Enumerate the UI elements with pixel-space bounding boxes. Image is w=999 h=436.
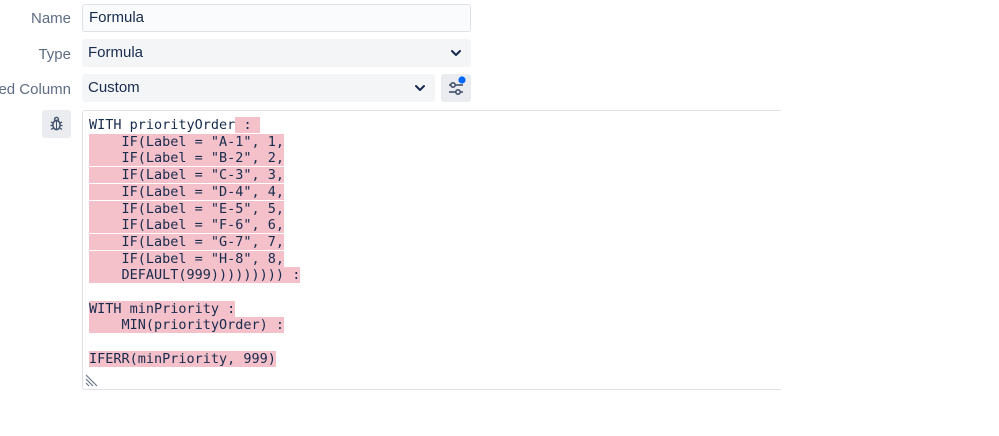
type-select-value: Formula [88, 44, 144, 61]
code-line: DEFAULT(999))))))))) : [89, 267, 301, 284]
code-line: IF(Label = "G-7", 7, [89, 233, 285, 250]
chevron-down-icon [415, 85, 425, 91]
column-label: ed Column [0, 81, 71, 98]
type-select[interactable]: Formula [82, 39, 471, 67]
type-label: Type [38, 46, 71, 63]
code-line: IF(Label = "D-4", 4, [89, 183, 285, 200]
column-select[interactable]: Custom [82, 74, 435, 102]
bug-icon [50, 116, 63, 131]
formula-code: WITH priorityOrder : IF(Label = "A-1", 1… [89, 117, 301, 368]
code-line: IF(Label = "C-3", 3, [89, 167, 285, 184]
code-line: IF(Label = "H-8", 8, [89, 250, 285, 267]
debug-button[interactable] [42, 110, 71, 138]
code-line: WITH minPriority : [89, 300, 236, 317]
code-line: IF(Label = "F-6", 6, [89, 217, 285, 234]
column-settings-button[interactable] [441, 74, 471, 102]
code-line: IF(Label = "B-2", 2, [89, 150, 285, 167]
code-line: WITH priorityOrder : [89, 117, 260, 133]
resize-handle-icon[interactable] [85, 373, 99, 387]
sliders-icon [449, 76, 466, 96]
name-input[interactable]: Formula [82, 4, 471, 32]
code-line: IF(Label = "E-5", 5, [89, 200, 285, 217]
code-line: MIN(priorityOrder) : [89, 317, 285, 334]
column-select-value: Custom [88, 79, 140, 96]
code-line: IF(Label = "A-1", 1, [89, 133, 285, 150]
name-label: Name [30, 10, 71, 27]
chevron-down-icon [451, 50, 461, 56]
formula-editor[interactable]: WITH priorityOrder : IF(Label = "A-1", 1… [82, 110, 781, 390]
code-line: IFERR(minPriority, 999) [89, 350, 276, 367]
